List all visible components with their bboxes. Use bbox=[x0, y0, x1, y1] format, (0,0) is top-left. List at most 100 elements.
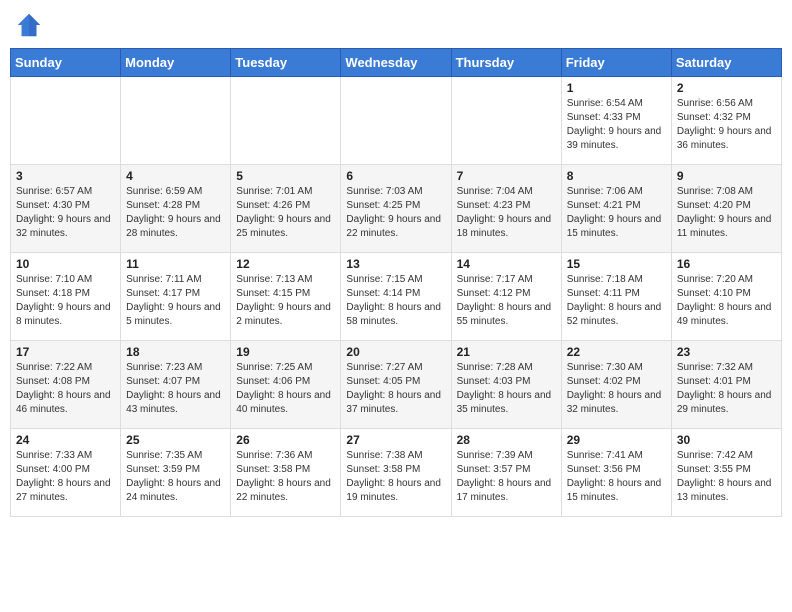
day-detail: Sunrise: 7:10 AM Sunset: 4:18 PM Dayligh… bbox=[16, 273, 115, 329]
day-detail: Sunrise: 7:03 AM Sunset: 4:25 PM Dayligh… bbox=[346, 185, 445, 241]
day-detail: Sunrise: 7:20 AM Sunset: 4:10 PM Dayligh… bbox=[677, 273, 776, 329]
calendar-cell bbox=[341, 77, 451, 165]
day-number: 11 bbox=[126, 257, 225, 271]
day-detail: Sunrise: 7:22 AM Sunset: 4:08 PM Dayligh… bbox=[16, 361, 115, 417]
calendar-cell: 25 Sunrise: 7:35 AM Sunset: 3:59 PM Dayli… bbox=[121, 429, 231, 517]
calendar-cell bbox=[231, 77, 341, 165]
day-number: 2 bbox=[677, 81, 776, 95]
day-detail: Sunrise: 6:56 AM Sunset: 4:32 PM Dayligh… bbox=[677, 97, 776, 153]
day-detail: Sunrise: 7:35 AM Sunset: 3:59 PM Dayligh… bbox=[126, 449, 225, 505]
day-detail: Sunrise: 6:57 AM Sunset: 4:30 PM Dayligh… bbox=[16, 185, 115, 241]
calendar-cell bbox=[451, 77, 561, 165]
calendar-cell: 4 Sunrise: 6:59 AM Sunset: 4:28 PM Daylig… bbox=[121, 165, 231, 253]
calendar-cell bbox=[11, 77, 121, 165]
logo-icon bbox=[14, 10, 44, 40]
day-detail: Sunrise: 7:06 AM Sunset: 4:21 PM Dayligh… bbox=[567, 185, 666, 241]
day-number: 19 bbox=[236, 345, 335, 359]
day-detail: Sunrise: 7:42 AM Sunset: 3:55 PM Dayligh… bbox=[677, 449, 776, 505]
calendar-week-row: 24 Sunrise: 7:33 AM Sunset: 4:00 PM Dayli… bbox=[11, 429, 782, 517]
day-detail: Sunrise: 6:59 AM Sunset: 4:28 PM Dayligh… bbox=[126, 185, 225, 241]
calendar-cell: 17 Sunrise: 7:22 AM Sunset: 4:08 PM Dayli… bbox=[11, 341, 121, 429]
day-number: 24 bbox=[16, 433, 115, 447]
day-of-week-header: Wednesday bbox=[341, 49, 451, 77]
calendar-cell: 12 Sunrise: 7:13 AM Sunset: 4:15 PM Dayli… bbox=[231, 253, 341, 341]
calendar-cell: 13 Sunrise: 7:15 AM Sunset: 4:14 PM Dayli… bbox=[341, 253, 451, 341]
calendar-cell: 19 Sunrise: 7:25 AM Sunset: 4:06 PM Dayli… bbox=[231, 341, 341, 429]
day-number: 4 bbox=[126, 169, 225, 183]
day-number: 25 bbox=[126, 433, 225, 447]
day-detail: Sunrise: 7:30 AM Sunset: 4:02 PM Dayligh… bbox=[567, 361, 666, 417]
day-detail: Sunrise: 7:23 AM Sunset: 4:07 PM Dayligh… bbox=[126, 361, 225, 417]
day-number: 21 bbox=[457, 345, 556, 359]
day-number: 20 bbox=[346, 345, 445, 359]
calendar-cell: 2 Sunrise: 6:56 AM Sunset: 4:32 PM Daylig… bbox=[671, 77, 781, 165]
day-of-week-header: Friday bbox=[561, 49, 671, 77]
day-number: 18 bbox=[126, 345, 225, 359]
calendar-cell: 6 Sunrise: 7:03 AM Sunset: 4:25 PM Daylig… bbox=[341, 165, 451, 253]
calendar-cell: 7 Sunrise: 7:04 AM Sunset: 4:23 PM Daylig… bbox=[451, 165, 561, 253]
day-detail: Sunrise: 7:41 AM Sunset: 3:56 PM Dayligh… bbox=[567, 449, 666, 505]
calendar-cell: 23 Sunrise: 7:32 AM Sunset: 4:01 PM Dayli… bbox=[671, 341, 781, 429]
calendar-cell: 1Sunrise: 6:54 AM Sunset: 4:33 PM Daylig… bbox=[561, 77, 671, 165]
day-number: 22 bbox=[567, 345, 666, 359]
day-number: 10 bbox=[16, 257, 115, 271]
day-detail: Sunrise: 7:15 AM Sunset: 4:14 PM Dayligh… bbox=[346, 273, 445, 329]
day-detail: Sunrise: 7:08 AM Sunset: 4:20 PM Dayligh… bbox=[677, 185, 776, 241]
calendar-cell: 14Sunrise: 7:17 AM Sunset: 4:12 PM Dayli… bbox=[451, 253, 561, 341]
day-detail: Sunrise: 7:32 AM Sunset: 4:01 PM Dayligh… bbox=[677, 361, 776, 417]
calendar-cell: 27 Sunrise: 7:38 AM Sunset: 3:58 PM Dayli… bbox=[341, 429, 451, 517]
calendar-cell: 5 Sunrise: 7:01 AM Sunset: 4:26 PM Daylig… bbox=[231, 165, 341, 253]
day-number: 3 bbox=[16, 169, 115, 183]
day-number: 29 bbox=[567, 433, 666, 447]
calendar-week-row: 17 Sunrise: 7:22 AM Sunset: 4:08 PM Dayli… bbox=[11, 341, 782, 429]
day-number: 28 bbox=[457, 433, 556, 447]
day-detail: Sunrise: 7:36 AM Sunset: 3:58 PM Dayligh… bbox=[236, 449, 335, 505]
day-number: 23 bbox=[677, 345, 776, 359]
calendar-body: 1Sunrise: 6:54 AM Sunset: 4:33 PM Daylig… bbox=[11, 77, 782, 517]
day-number: 14 bbox=[457, 257, 556, 271]
day-number: 5 bbox=[236, 169, 335, 183]
day-detail: Sunrise: 7:33 AM Sunset: 4:00 PM Dayligh… bbox=[16, 449, 115, 505]
calendar-cell: 15 Sunrise: 7:18 AM Sunset: 4:11 PM Dayli… bbox=[561, 253, 671, 341]
day-number: 26 bbox=[236, 433, 335, 447]
calendar-cell: 22 Sunrise: 7:30 AM Sunset: 4:02 PM Dayli… bbox=[561, 341, 671, 429]
calendar: SundayMondayTuesdayWednesdayThursdayFrid… bbox=[10, 48, 782, 517]
day-number: 27 bbox=[346, 433, 445, 447]
calendar-cell: 18 Sunrise: 7:23 AM Sunset: 4:07 PM Dayli… bbox=[121, 341, 231, 429]
day-detail: Sunrise: 7:18 AM Sunset: 4:11 PM Dayligh… bbox=[567, 273, 666, 329]
calendar-cell: 3 Sunrise: 6:57 AM Sunset: 4:30 PM Daylig… bbox=[11, 165, 121, 253]
logo bbox=[14, 10, 48, 40]
day-detail: Sunrise: 7:04 AM Sunset: 4:23 PM Dayligh… bbox=[457, 185, 556, 241]
day-number: 13 bbox=[346, 257, 445, 271]
day-number: 30 bbox=[677, 433, 776, 447]
day-number: 9 bbox=[677, 169, 776, 183]
day-number: 15 bbox=[567, 257, 666, 271]
calendar-cell: 20 Sunrise: 7:27 AM Sunset: 4:05 PM Dayli… bbox=[341, 341, 451, 429]
calendar-cell: 8 Sunrise: 7:06 AM Sunset: 4:21 PM Daylig… bbox=[561, 165, 671, 253]
calendar-cell: 16Sunrise: 7:20 AM Sunset: 4:10 PM Dayli… bbox=[671, 253, 781, 341]
day-detail: Sunrise: 7:39 AM Sunset: 3:57 PM Dayligh… bbox=[457, 449, 556, 505]
calendar-cell: 21 Sunrise: 7:28 AM Sunset: 4:03 PM Dayli… bbox=[451, 341, 561, 429]
calendar-cell: 29 Sunrise: 7:41 AM Sunset: 3:56 PM Dayli… bbox=[561, 429, 671, 517]
calendar-cell: 28 Sunrise: 7:39 AM Sunset: 3:57 PM Dayli… bbox=[451, 429, 561, 517]
calendar-cell: 11Sunrise: 7:11 AM Sunset: 4:17 PM Dayli… bbox=[121, 253, 231, 341]
day-number: 1 bbox=[567, 81, 666, 95]
day-detail: Sunrise: 7:01 AM Sunset: 4:26 PM Dayligh… bbox=[236, 185, 335, 241]
day-of-week-header: Thursday bbox=[451, 49, 561, 77]
day-of-week-header: Tuesday bbox=[231, 49, 341, 77]
calendar-week-row: 10 Sunrise: 7:10 AM Sunset: 4:18 PM Dayli… bbox=[11, 253, 782, 341]
calendar-cell: 26 Sunrise: 7:36 AM Sunset: 3:58 PM Dayli… bbox=[231, 429, 341, 517]
day-number: 7 bbox=[457, 169, 556, 183]
day-number: 6 bbox=[346, 169, 445, 183]
calendar-header: SundayMondayTuesdayWednesdayThursdayFrid… bbox=[11, 49, 782, 77]
day-of-week-header: Sunday bbox=[11, 49, 121, 77]
day-detail: Sunrise: 7:13 AM Sunset: 4:15 PM Dayligh… bbox=[236, 273, 335, 329]
day-number: 8 bbox=[567, 169, 666, 183]
day-detail: Sunrise: 7:28 AM Sunset: 4:03 PM Dayligh… bbox=[457, 361, 556, 417]
day-detail: Sunrise: 7:25 AM Sunset: 4:06 PM Dayligh… bbox=[236, 361, 335, 417]
day-number: 17 bbox=[16, 345, 115, 359]
day-detail: Sunrise: 7:27 AM Sunset: 4:05 PM Dayligh… bbox=[346, 361, 445, 417]
calendar-week-row: 1Sunrise: 6:54 AM Sunset: 4:33 PM Daylig… bbox=[11, 77, 782, 165]
day-detail: Sunrise: 7:38 AM Sunset: 3:58 PM Dayligh… bbox=[346, 449, 445, 505]
day-number: 12 bbox=[236, 257, 335, 271]
